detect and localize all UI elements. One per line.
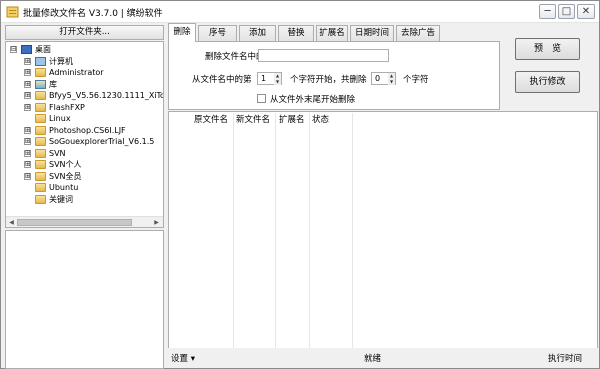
tree-horizontal-scrollbar[interactable]: ◀ ▶ — [6, 216, 163, 227]
folder-icon — [35, 183, 46, 192]
tree-item-label: Photoshop.CS6I.LJF — [49, 125, 126, 135]
tree-item-label: 关键词 — [49, 194, 73, 204]
column-header-new-name[interactable]: 新文件名 — [236, 113, 270, 128]
tree-item-label: SoGouexplorerTrial_V6.1.5 — [49, 137, 155, 146]
expand-icon[interactable]: ⊞ — [24, 92, 31, 99]
stepper-down-icon[interactable]: ▼ — [388, 79, 395, 85]
app-window: 批量修改文件名 V3.7.0 | 缤纷软件 ─ □ ✕ 打开文件夹... ⊟ 桌面… — [0, 0, 600, 369]
tab-datetime[interactable]: 日期时间 — [350, 25, 394, 41]
status-bar: 设置 ▾ 就绪 执行时间 — [168, 348, 598, 367]
library-icon — [35, 79, 46, 89]
tree-item-label: FlashFXP — [49, 102, 85, 112]
desktop-icon — [21, 45, 32, 54]
from-end-checkbox[interactable] — [257, 94, 266, 103]
column-header-original-name[interactable]: 原文件名 — [194, 113, 228, 128]
folder-icon — [35, 137, 46, 146]
expand-icon[interactable]: ⊞ — [24, 149, 31, 157]
chevron-down-icon: ▾ — [190, 354, 195, 364]
column-divider — [352, 113, 353, 349]
status-text: 就绪 — [364, 354, 382, 364]
tab-extension[interactable]: 扩展名 — [316, 25, 348, 41]
app-icon — [6, 6, 19, 18]
folder-icon — [35, 148, 46, 158]
remove-in-name-label: 删除文件名中的 — [205, 52, 265, 62]
expand-icon[interactable]: ⊞ — [24, 103, 31, 111]
tree-item-label: Linux — [49, 114, 71, 123]
file-list-grid[interactable]: 原文件名 新文件名 扩展名 状态 — [168, 111, 598, 351]
execute-button[interactable]: 执行修改 — [515, 71, 580, 93]
tree-item-label: Ubuntu — [49, 183, 79, 192]
scroll-right-icon[interactable]: ▶ — [152, 218, 161, 227]
remove-text-input[interactable] — [258, 49, 389, 62]
start-position-stepper[interactable]: 1 ▲ ▼ — [257, 72, 282, 85]
stepper-down-icon[interactable]: ▼ — [274, 79, 281, 85]
tree-item-label: 桌面 — [35, 45, 51, 54]
tree-item-label: SVN全员 — [49, 171, 82, 181]
scroll-thumb[interactable] — [17, 219, 132, 226]
tab-remove-ads[interactable]: 去除广告 — [396, 25, 440, 41]
settings-menu[interactable]: 设置 ▾ — [171, 352, 195, 364]
column-header-status[interactable]: 状态 — [312, 113, 329, 128]
folder-icon — [35, 102, 46, 112]
scroll-left-icon[interactable]: ◀ — [7, 218, 16, 227]
expand-icon[interactable]: ⊞ — [24, 57, 31, 65]
expand-icon[interactable]: ⊞ — [24, 69, 31, 76]
folder-icon — [35, 91, 46, 100]
column-divider — [275, 113, 276, 349]
folder-icon — [35, 160, 46, 169]
folder-icon — [35, 125, 46, 135]
computer-icon — [35, 56, 46, 66]
tab-replace[interactable]: 替换 — [278, 25, 314, 41]
collapse-icon[interactable]: ⊟ — [10, 46, 17, 53]
tree-item-label: Bfyy5_V5.56.1230.1111_XiTo — [49, 91, 164, 100]
from-end-checkbox-label[interactable]: 从文件外末尾开始删除 — [270, 93, 355, 105]
folder-icon — [35, 114, 46, 123]
left-panel: 打开文件夹... ⊟ 桌面 ⊞ 计算机 ⊞ Administrator ⊞ 库 ⊞ Bfyy5_V… — [5, 25, 165, 369]
tree-item-label: SVN — [49, 148, 66, 158]
from-position-middle: 个字符开始，共删除 — [290, 75, 367, 85]
column-header-extension[interactable]: 扩展名 — [279, 113, 305, 128]
tree-item-label: 库 — [49, 79, 57, 89]
expand-icon[interactable]: ⊞ — [24, 172, 31, 180]
expand-icon[interactable]: ⊞ — [24, 161, 31, 168]
folder-icon — [35, 194, 46, 204]
delete-count-value: 0 — [375, 74, 381, 83]
column-divider — [233, 113, 234, 349]
from-position-suffix: 个字符 — [403, 75, 429, 85]
open-folder-button[interactable]: 打开文件夹... — [5, 25, 164, 40]
close-button[interactable]: ✕ — [577, 4, 595, 19]
maximize-button[interactable]: □ — [558, 4, 575, 19]
tree-item-label: 计算机 — [49, 56, 73, 66]
tab-delete[interactable]: 删除 — [168, 23, 196, 42]
minimize-button[interactable]: ─ — [539, 4, 556, 19]
delete-count-stepper[interactable]: 0 ▲ ▼ — [371, 72, 396, 85]
execution-time: 执行时间 — [548, 354, 583, 364]
column-divider — [309, 113, 310, 349]
settings-label: 设置 — [171, 354, 189, 364]
window-title: 批量修改文件名 V3.7.0 | 缤纷软件 — [23, 9, 163, 19]
tab-sequence[interactable]: 序号 — [198, 25, 237, 41]
folder-tree[interactable]: ⊟ 桌面 ⊞ 计算机 ⊞ Administrator ⊞ 库 ⊞ Bfyy5_V5.56.1230… — [5, 41, 164, 228]
tab-strip: 删除 序号 添加 替换 扩展名 日期时间 去除广告 — [168, 23, 440, 42]
tab-add[interactable]: 添加 — [239, 25, 276, 41]
folder-icon — [35, 171, 46, 181]
preview-button[interactable]: 预 览 — [515, 38, 580, 60]
tree-item-label: Administrator — [49, 68, 104, 77]
start-position-value: 1 — [261, 74, 267, 83]
title-bar: 批量修改文件名 V3.7.0 | 缤纷软件 ─ □ ✕ — [1, 1, 599, 23]
tree-item-label: SVN个人 — [49, 160, 82, 169]
user-folder-icon — [35, 68, 46, 77]
from-position-prefix: 从文件名中的第 — [192, 75, 252, 85]
expand-icon[interactable]: ⊞ — [24, 80, 31, 88]
delete-tab-panel: 删除文件名中的 从文件名中的第 1 ▲ ▼ 个字符开始，共删除 0 ▲ ▼ 个字… — [168, 41, 500, 110]
file-preview-pane[interactable] — [5, 230, 164, 369]
right-panel: 删除 序号 添加 替换 扩展名 日期时间 去除广告 删除文件名中的 从文件名中的… — [168, 23, 598, 351]
expand-icon[interactable]: ⊞ — [24, 126, 31, 134]
expand-icon[interactable]: ⊞ — [24, 138, 31, 145]
